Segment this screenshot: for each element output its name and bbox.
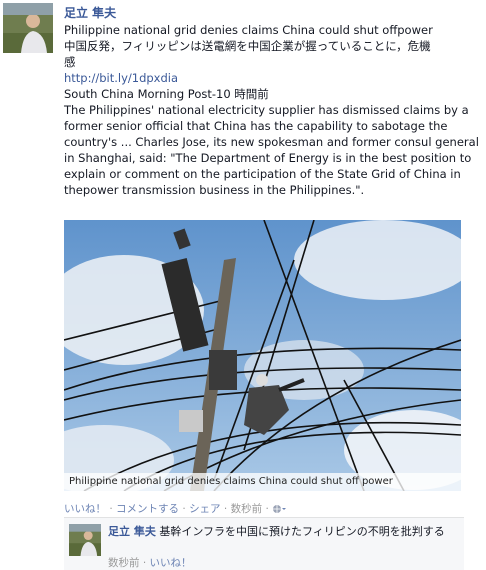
link-source: South China Morning Post-10 時間前 <box>64 87 269 101</box>
link-summary: The Philippines' national electricity su… <box>64 103 479 197</box>
comment-item: 足立 隼夫 基幹インフラを中国に預けたフィリピンの不明を批判する 数秒前 · い… <box>64 517 464 570</box>
shared-link[interactable]: http://bit.ly/1dpxdia <box>64 70 480 86</box>
separator: · <box>142 557 147 569</box>
comment-author-link[interactable]: 足立 隼夫 <box>108 525 156 538</box>
comment-meta: 数秒前 · いいね！ <box>108 555 192 570</box>
separator: · <box>223 503 228 515</box>
post-content: Philippine national grid denies claims C… <box>64 22 480 198</box>
comment-timestamp[interactable]: 数秒前 <box>108 557 140 569</box>
comment-body: 足立 隼夫 基幹インフラを中国に預けたフィリピンの不明を批判する <box>108 524 458 539</box>
author-avatar-image <box>3 3 53 53</box>
separator: · <box>182 503 186 515</box>
commenter-avatar-image <box>69 524 101 556</box>
power-pole-image <box>64 220 461 491</box>
like-button[interactable]: いいね！ <box>64 503 106 515</box>
post-actions: いいね！ · コメントする · シェア · 数秒前 · <box>64 501 287 516</box>
share-button[interactable]: シェア <box>189 503 221 515</box>
comment-like-button[interactable]: いいね！ <box>150 557 192 569</box>
separator: · <box>109 503 113 515</box>
privacy-globe-icon[interactable] <box>272 504 287 514</box>
post-headline: Philippine national grid denies claims C… <box>64 23 433 37</box>
post-comment-line-2: 感 <box>64 55 76 69</box>
photo-caption: Philippine national grid denies claims C… <box>64 473 461 491</box>
comment-button[interactable]: コメントする <box>116 503 179 515</box>
comment-text: 基幹インフラを中国に預けたフィリピンの不明を批判する <box>159 525 445 538</box>
author-avatar[interactable] <box>3 3 53 53</box>
link-preview-photo[interactable]: Philippine national grid denies claims C… <box>64 220 461 491</box>
post-timestamp[interactable]: 数秒前 <box>231 503 263 515</box>
post-author-link[interactable]: 足立 隼夫 <box>64 4 116 21</box>
post-comment-line-1: 中国反発，フィリッピンは送電網を中国企業が握っていることに，危機 <box>64 39 431 53</box>
commenter-avatar[interactable] <box>69 524 101 556</box>
separator: · <box>265 503 269 515</box>
